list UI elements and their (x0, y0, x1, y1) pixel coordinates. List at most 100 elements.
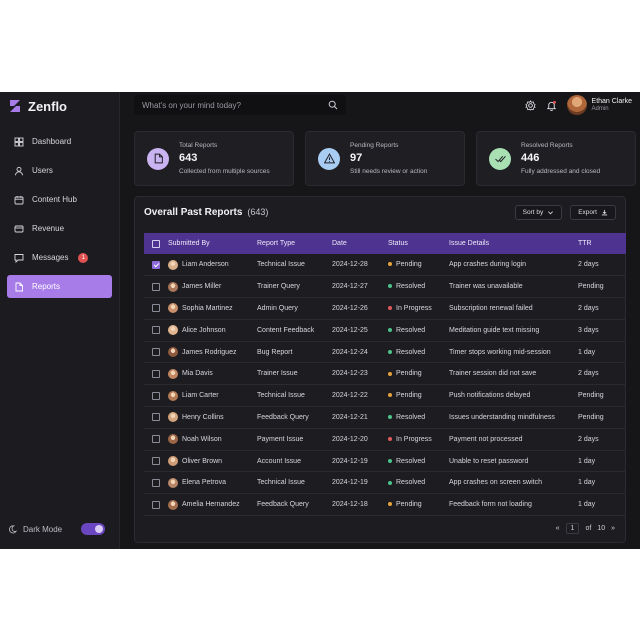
user-name: Ethan Clarke (591, 98, 632, 105)
sort-by-button[interactable]: Sort by (514, 204, 563, 220)
row-checkbox[interactable] (152, 348, 160, 357)
page-number-input[interactable]: 1 (565, 523, 580, 534)
row-checkbox[interactable] (152, 369, 160, 378)
report-type: Trainer Issue (257, 362, 332, 386)
moon-icon (9, 524, 17, 533)
select-all-checkbox[interactable] (152, 239, 160, 248)
submitter-name: Liam Anderson (182, 261, 229, 269)
card-icon (14, 225, 24, 232)
sidebar-item-content-hub[interactable]: Content Hub (7, 188, 112, 211)
column-header-date[interactable]: Date (332, 233, 388, 254)
sidebar-item-label: Content Hub (32, 195, 77, 204)
report-type: Trainer Query (257, 275, 332, 299)
row-checkbox[interactable] (152, 260, 160, 269)
report-type: Technical Issue (257, 384, 332, 408)
row-checkbox[interactable] (152, 478, 160, 487)
report-type: Feedback Query (257, 406, 332, 429)
table-row[interactable]: Liam Anderson Technical Issue 2024-12-28 Pe… (144, 254, 626, 277)
column-header-issue-details[interactable]: Issue Details (449, 233, 578, 254)
submitter-name: Oliver Brown (182, 457, 223, 465)
sidebar-item-dashboard[interactable]: Dashboard (7, 130, 112, 153)
stat-label: Total Reports (179, 142, 218, 149)
ttr-value: 2 days (578, 428, 626, 451)
user-profile[interactable]: Ethan Clarke Admin (566, 95, 632, 115)
table-row[interactable]: Sophia Martinez Admin Query 2024-12-26 In P… (144, 297, 626, 320)
row-checkbox[interactable] (152, 457, 160, 466)
avatar[interactable] (566, 95, 587, 115)
row-checkbox[interactable] (152, 500, 160, 509)
dark-mode-toggle[interactable] (81, 523, 105, 535)
table-row[interactable]: Mia Davis Trainer Issue 2024-12-23 Pending T… (144, 362, 626, 386)
column-header-ttr[interactable]: TTR (578, 233, 626, 254)
report-date: 2024-12-23 (332, 362, 388, 386)
brand-name: Zenflo (28, 98, 67, 114)
prev-page-icon[interactable]: « (556, 525, 560, 532)
status-dot (388, 458, 392, 463)
stat-icon-circle (489, 147, 511, 170)
issue-details: Trainer session did not save (449, 362, 578, 386)
report-date: 2024-12-21 (332, 406, 388, 429)
status-badge: Resolved (396, 413, 426, 421)
ttr-value: 1 day (578, 493, 626, 517)
search-icon[interactable] (328, 100, 338, 110)
table-row[interactable]: James Rodriguez Bug Report 2024-12-24 Resol… (144, 341, 626, 364)
ttr-value: Pending (578, 384, 626, 408)
stat-icon-circle (147, 147, 169, 170)
report-date: 2024-12-24 (332, 341, 388, 364)
status-dot (388, 502, 392, 507)
avatar (168, 325, 178, 336)
issue-details: Timer stops working mid-session (449, 341, 578, 364)
export-button[interactable]: Export (570, 204, 616, 220)
row-checkbox[interactable] (152, 326, 160, 335)
stat-value: 643 (179, 152, 198, 164)
status-badge: Resolved (396, 283, 426, 291)
main-content: What's on your mind today? Ethan Clarke … (120, 92, 640, 549)
column-header-status[interactable]: Status (388, 233, 449, 254)
submitter-name: Sophia Martinez (182, 304, 233, 312)
stat-value: 97 (350, 152, 363, 164)
user-icon (15, 166, 23, 175)
status-dot (388, 371, 392, 376)
table-row[interactable]: Noah Wilson Payment Issue 2024-12-20 In Pro… (144, 428, 626, 451)
table-row[interactable]: Oliver Brown Account Issue 2024-12-19 Resol… (144, 450, 626, 473)
bell-icon[interactable] (546, 100, 557, 111)
report-type: Bug Report (257, 341, 332, 364)
column-header-submitted-by[interactable]: Submitted By (168, 233, 257, 254)
stat-icon-circle (318, 147, 340, 170)
gear-icon[interactable] (524, 99, 536, 111)
brand[interactable]: Zenflo (0, 92, 119, 116)
column-header-report-type[interactable]: Report Type (257, 233, 332, 254)
row-checkbox[interactable] (152, 282, 160, 291)
table-row[interactable]: Elena Petrova Technical Issue 2024-12-19 Re… (144, 471, 626, 495)
avatar (168, 477, 178, 488)
stat-subtitle: Collected from multiple sources (179, 168, 270, 175)
submitter-name: Amelia Hernandez (182, 501, 240, 509)
table-row[interactable]: Henry Collins Feedback Query 2024-12-21 Res… (144, 406, 626, 429)
report-type: Technical Issue (257, 254, 332, 277)
sidebar-item-messages[interactable]: Messages 1 (7, 246, 112, 269)
reports-table: Submitted By Report Type Date Status Iss… (144, 233, 626, 517)
table-row[interactable]: Liam Carter Technical Issue 2024-12-22 Pend… (144, 384, 626, 408)
page-of-label: of (585, 525, 592, 532)
issue-details: Payment not processed (449, 428, 578, 451)
issue-details: App crashes on screen switch (449, 471, 578, 495)
user-role: Admin (591, 106, 609, 112)
table-row[interactable]: Alice Johnson Content Feedback 2024-12-25 R… (144, 319, 626, 342)
sidebar-item-users[interactable]: Users (7, 159, 112, 182)
sidebar-item-revenue[interactable]: Revenue (7, 217, 112, 240)
table-row[interactable]: James Miller Trainer Query 2024-12-27 Resol… (144, 275, 626, 299)
search-input[interactable]: What's on your mind today? (134, 95, 346, 115)
table-row[interactable]: Amelia Hernandez Feedback Query 2024-12-18… (144, 493, 626, 517)
row-checkbox[interactable] (152, 435, 160, 444)
reports-header: Overall Past Reports (643) Sort by Expor… (135, 197, 625, 227)
pagination: « 1 of 10 » (556, 523, 615, 534)
export-label: Export (578, 208, 597, 216)
row-checkbox[interactable] (152, 413, 160, 422)
sidebar-nav: Dashboard Users Content Hub Revenue Messages… (0, 130, 119, 298)
sidebar-item-reports[interactable]: Reports (7, 275, 112, 298)
next-page-icon[interactable]: » (611, 525, 615, 532)
row-checkbox[interactable] (152, 391, 160, 400)
report-date: 2024-12-18 (332, 493, 388, 517)
row-checkbox[interactable] (152, 304, 160, 313)
status-dot (388, 262, 392, 267)
